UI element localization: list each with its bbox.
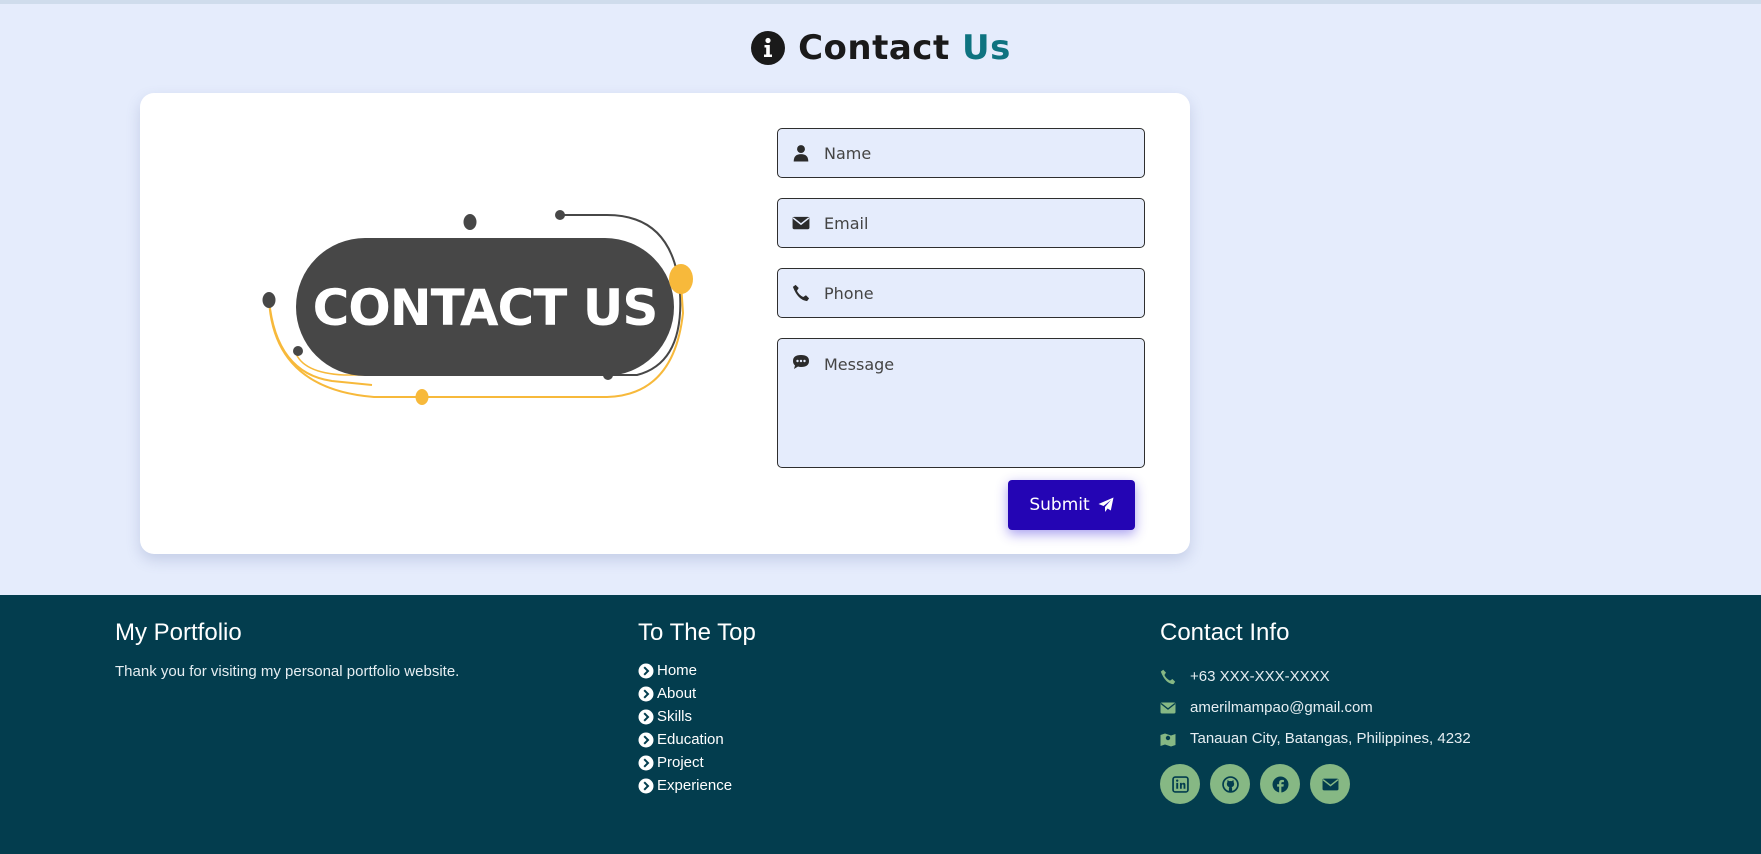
- name-field[interactable]: [777, 128, 1145, 178]
- chevron-circle-right-icon: [638, 778, 654, 793]
- submit-button[interactable]: Submit: [1008, 480, 1135, 530]
- page-title: Contact Us: [798, 28, 1011, 68]
- footer-portfolio-text: Thank you for visiting my personal portf…: [115, 663, 460, 680]
- contact-phone: +63 XXX-XXX-XXXX: [1160, 661, 1471, 692]
- contact-us-illustration: CONTACT US: [262, 210, 693, 405]
- info-circle-icon: [751, 31, 786, 65]
- illustration-text: CONTACT US: [313, 279, 658, 337]
- contact-phone-text: +63 XXX-XXX-XXXX: [1190, 668, 1330, 685]
- chevron-circle-right-icon: [638, 709, 654, 724]
- footer-link-education[interactable]: Education: [638, 728, 756, 751]
- contact-email-text: amerilmampao@gmail.com: [1190, 699, 1373, 716]
- phone-icon: [1160, 669, 1176, 684]
- footer-link-label: Experience: [657, 777, 733, 794]
- footer: My Portfolio Thank you for visiting my p…: [0, 595, 1761, 854]
- user-icon: [778, 144, 824, 162]
- envelope-icon: [778, 214, 824, 232]
- envelope-icon: [1160, 702, 1176, 713]
- envelope-icon: [1322, 778, 1338, 790]
- phone-icon: [778, 284, 824, 302]
- contact-email: amerilmampao@gmail.com: [1160, 692, 1471, 723]
- email-input[interactable]: [824, 199, 1144, 247]
- section-heading: Contact Us: [0, 28, 1761, 68]
- footer-link-label: Skills: [657, 708, 693, 725]
- footer-link-label: Project: [657, 754, 704, 771]
- facebook-icon: [1272, 776, 1288, 793]
- footer-link-about[interactable]: About: [638, 682, 756, 705]
- footer-link-project[interactable]: Project: [638, 751, 756, 774]
- submit-label: Submit: [1029, 495, 1090, 515]
- phone-input[interactable]: [824, 269, 1144, 317]
- social-links: [1160, 764, 1471, 804]
- phone-field[interactable]: [777, 268, 1145, 318]
- footer-links: Home About Skills Education Project Expe…: [638, 659, 756, 797]
- contact-info-list: +63 XXX-XXX-XXXX amerilmampao@gmail.com …: [1160, 661, 1471, 754]
- comment-dots-icon: [778, 339, 824, 371]
- linkedin-button[interactable]: [1160, 764, 1200, 804]
- contact-address-text: Tanauan City, Batangas, Philippines, 423…: [1190, 730, 1471, 747]
- top-divider: [0, 0, 1761, 4]
- footer-link-label: Education: [657, 731, 724, 748]
- chevron-circle-right-icon: [638, 686, 654, 701]
- footer-link-experience[interactable]: Experience: [638, 774, 756, 797]
- github-icon: [1221, 775, 1239, 793]
- title-main: Contact: [798, 28, 950, 68]
- email-field[interactable]: [777, 198, 1145, 248]
- facebook-button[interactable]: [1260, 764, 1300, 804]
- footer-top-title: To The Top: [638, 619, 756, 646]
- footer-to-top: To The Top Home About Skills Education P…: [638, 619, 756, 797]
- title-accent: Us: [962, 28, 1011, 68]
- name-input[interactable]: [824, 129, 1144, 177]
- footer-link-label: Home: [657, 662, 698, 679]
- contact-card: CONTACT US Submit: [140, 93, 1190, 554]
- paper-plane-icon: [1098, 497, 1114, 512]
- chevron-circle-right-icon: [638, 663, 654, 678]
- footer-portfolio-title: My Portfolio: [115, 619, 242, 646]
- footer-link-label: About: [657, 685, 697, 702]
- contact-address: Tanauan City, Batangas, Philippines, 423…: [1160, 723, 1471, 754]
- message-field[interactable]: [777, 338, 1145, 468]
- footer-portfolio: My Portfolio Thank you for visiting my p…: [115, 619, 459, 680]
- footer-contact-title: Contact Info: [1160, 619, 1290, 646]
- footer-link-skills[interactable]: Skills: [638, 705, 756, 728]
- message-input[interactable]: [824, 339, 1144, 467]
- github-button[interactable]: [1210, 764, 1250, 804]
- footer-link-home[interactable]: Home: [638, 659, 756, 682]
- chevron-circle-right-icon: [638, 732, 654, 747]
- footer-contact-info: Contact Info +63 XXX-XXX-XXXX amerilmamp…: [1160, 619, 1471, 804]
- email-button[interactable]: [1310, 764, 1350, 804]
- chevron-circle-right-icon: [638, 755, 654, 770]
- map-location-icon: [1160, 733, 1176, 746]
- linkedin-icon: [1171, 775, 1189, 793]
